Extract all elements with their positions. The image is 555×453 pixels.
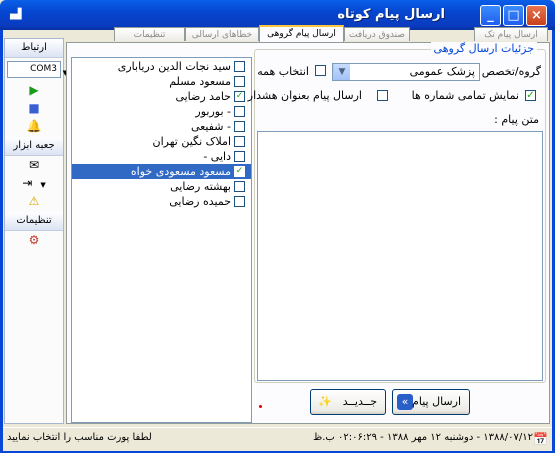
app-icon: ▗▟: [6, 9, 22, 20]
send-as-alert-checkbox[interactable]: [377, 90, 388, 101]
bell-icon[interactable]: 🔔: [5, 117, 63, 135]
send-button[interactable]: » ارسال پیام: [392, 389, 470, 415]
list-item[interactable]: حمیده رضایی: [72, 194, 251, 209]
list-item[interactable]: ✓ حامد رضایی: [72, 89, 251, 104]
calendar-icon: 📅: [533, 432, 548, 446]
group-details-legend: جزئیات ارسال گروهی: [430, 42, 537, 55]
list-item[interactable]: بهشته رضایی: [72, 179, 251, 194]
connect-play-icon[interactable]: ▶: [5, 81, 63, 99]
window-title: ارسال پیام کوتاه: [337, 7, 445, 22]
new-button[interactable]: ✨ جــدیــد: [310, 389, 386, 415]
group-select[interactable]: پزشک عمومی ▼: [332, 63, 480, 81]
list-item[interactable]: سید نجات الدین دریاباری: [72, 59, 251, 74]
connection-header: ارتباط: [5, 39, 63, 58]
broom-icon: ✨: [318, 395, 332, 408]
contact-checkbox[interactable]: ✓: [234, 166, 245, 177]
contact-checkbox[interactable]: [234, 151, 245, 162]
list-item[interactable]: مسعود مسلم: [72, 74, 251, 89]
show-all-numbers-label: نمایش تمامی شماره ها: [411, 89, 519, 102]
toolbox-header: جعبه ابزار: [5, 137, 63, 156]
tab-send-errors[interactable]: خطاهای ارسالی: [185, 27, 259, 41]
tab-strip: ارسال پیام تک ارسال پیام گروهی صندوق دری…: [66, 25, 550, 42]
status-message: لطفا پورت مناسب را انتخاب نمایید: [7, 432, 152, 443]
left-toolbar: ارتباط COM3 ▼ ▶ ■ 🔔 جعبه ابزار ✉ ⇥▼ ⚠ تن…: [4, 38, 68, 424]
list-item[interactable]: دایی -: [72, 149, 251, 164]
select-all-label: انتخاب همه: [257, 65, 309, 78]
close-button[interactable]: ×: [526, 5, 547, 26]
status-bar: لطفا پورت مناسب را انتخاب نمایید ۱۳۸۸/۰۷…: [3, 427, 552, 451]
contact-checkbox[interactable]: [234, 196, 245, 207]
send-icon: »: [397, 394, 413, 410]
envelope-icon[interactable]: ✉: [5, 156, 63, 174]
settings-icon[interactable]: ⚙: [5, 231, 63, 249]
tab-settings[interactable]: تنظیمات: [114, 27, 185, 41]
chevron-down-icon[interactable]: ▼: [333, 64, 350, 80]
settings-header: تنظیمات: [5, 212, 63, 231]
list-item-selected[interactable]: ✓ مسعود مسعودی خواه: [72, 164, 251, 179]
list-item[interactable]: - شفیعی: [72, 119, 251, 134]
minimize-button[interactable]: _: [480, 5, 501, 26]
contact-checkbox[interactable]: [234, 136, 245, 147]
port-select[interactable]: COM3 ▼: [7, 61, 68, 78]
tab-single-message[interactable]: ارسال پیام تک: [474, 27, 548, 41]
contact-checkbox[interactable]: ✓: [234, 91, 245, 102]
contact-list[interactable]: سید نجات الدین دریاباری مسعود مسلم ✓ حامد…: [71, 57, 252, 423]
maximize-button[interactable]: □: [503, 5, 524, 26]
list-item[interactable]: - بوربور: [72, 104, 251, 119]
list-item[interactable]: املاک نگین تهران: [72, 134, 251, 149]
import-icon[interactable]: ⇥ ▼: [5, 174, 63, 192]
show-all-numbers-checkbox[interactable]: ✓: [525, 90, 536, 101]
contact-checkbox[interactable]: [234, 121, 245, 132]
disconnect-stop-icon[interactable]: ■: [5, 99, 63, 117]
warning-icon[interactable]: ⚠: [5, 192, 63, 210]
status-dot: [259, 405, 262, 408]
tab-group-message[interactable]: ارسال پیام گروهی: [259, 25, 344, 42]
contact-checkbox[interactable]: [234, 76, 245, 87]
send-as-alert-label: ارسال پیام بعنوان هشدار: [247, 89, 362, 102]
tab-inbox[interactable]: صندوق دریافت: [344, 27, 410, 41]
group-label: گروه/تخصص :: [474, 65, 541, 78]
contact-checkbox[interactable]: [234, 181, 245, 192]
message-textarea[interactable]: [257, 131, 543, 381]
select-all-checkbox[interactable]: [315, 65, 326, 76]
contact-checkbox[interactable]: [234, 61, 245, 72]
message-label: متن پیام :: [494, 113, 539, 126]
group-message-panel: سید نجات الدین دریاباری مسعود مسلم ✓ حامد…: [66, 42, 550, 424]
contact-checkbox[interactable]: [234, 106, 245, 117]
status-datetime: ۱۳۸۸/۰۷/۱۲ - دوشنبه ۱۲ مهر ۱۳۸۸ - ۰۲:۰۶:…: [313, 432, 533, 443]
